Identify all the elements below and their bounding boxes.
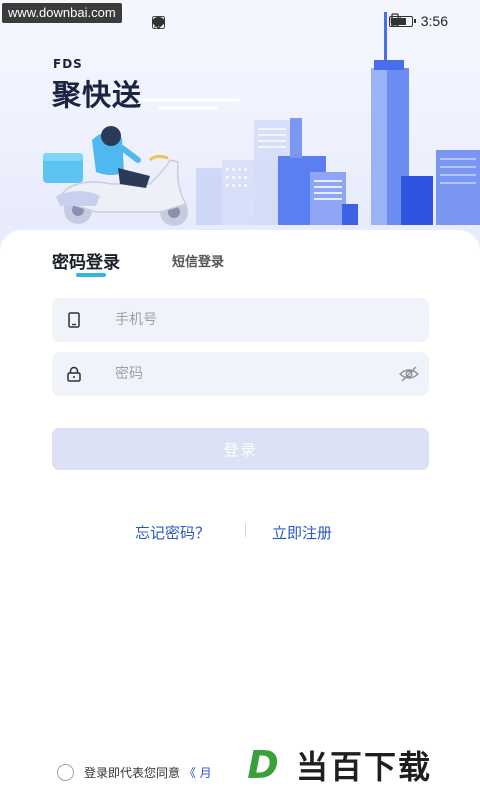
- forgot-password-link[interactable]: 忘记密码？: [135, 522, 210, 543]
- password-input[interactable]: [115, 352, 405, 396]
- watermark-logo: D: [238, 740, 288, 790]
- agreement-row: 登录即代表您同意 《 月: [57, 764, 212, 781]
- tab-sms-login[interactable]: 短信登录: [172, 251, 224, 270]
- link-divider: [245, 523, 246, 537]
- site-watermark: www.downbai.com: [2, 3, 122, 23]
- download-site-watermark: D 当百下载: [238, 740, 432, 790]
- lock-icon: [67, 366, 81, 382]
- status-time: 3:56: [420, 13, 448, 29]
- scooter-rider-illustration: [43, 126, 188, 226]
- phone-field: [52, 298, 429, 342]
- agreement-checkbox[interactable]: [57, 764, 74, 781]
- watermark-text: 当百下载: [296, 748, 433, 786]
- app-notification-icon: [152, 16, 165, 29]
- agreement-link[interactable]: 《 月: [184, 766, 212, 780]
- login-button[interactable]: 登录: [52, 428, 429, 470]
- header-banner: 3:56 FDS 聚快送: [0, 0, 480, 262]
- phone-input[interactable]: [115, 298, 405, 342]
- tab-password-login[interactable]: 密码登录: [52, 248, 120, 273]
- agreement-text: 登录即代表您同意 《 月: [84, 764, 212, 781]
- password-field: [52, 352, 429, 396]
- brand-abbreviation: FDS: [53, 57, 83, 71]
- watermark-logo-letter: D: [247, 743, 279, 787]
- agreement-label: 登录即代表您同意: [84, 766, 181, 780]
- login-card: 密码登录 短信登录 登录 忘记密码？ 立即注册 登录即代表您同意 《 月: [0, 230, 480, 800]
- battery-icon: [388, 15, 416, 27]
- brand-name: 聚快送: [52, 78, 143, 112]
- phone-icon: [68, 312, 80, 328]
- active-tab-indicator: [76, 273, 106, 277]
- eye-closed-icon[interactable]: [399, 365, 419, 383]
- register-link[interactable]: 立即注册: [272, 522, 332, 543]
